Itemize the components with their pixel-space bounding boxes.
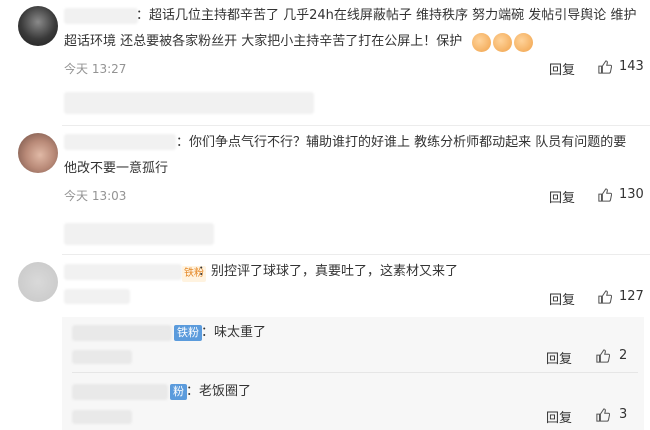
reply-text: ：老饭圈了 xyxy=(186,384,252,399)
like-count: 130 xyxy=(619,187,644,202)
like-count: 127 xyxy=(619,289,644,304)
like-count: 2 xyxy=(619,348,628,363)
reply-button[interactable]: 回复 xyxy=(546,348,572,367)
reply-button[interactable]: 回复 xyxy=(549,187,575,206)
thumbs-up-icon[interactable] xyxy=(598,188,612,202)
comment-text: ：你们争点气行不行？辅助谁打的好谁上 教练分析师都动起来 队员有问题的要 xyxy=(176,135,627,150)
divider xyxy=(62,254,650,255)
fan-badge: 铁粉 xyxy=(174,325,202,341)
blurred-username xyxy=(72,384,168,400)
reply-button[interactable]: 回复 xyxy=(549,59,575,78)
blurred-reply-preview xyxy=(64,223,214,245)
divider xyxy=(72,372,638,373)
fist-emoji-icon xyxy=(514,33,533,52)
blurred-username xyxy=(64,8,138,24)
avatar[interactable] xyxy=(18,6,58,46)
like-count: 3 xyxy=(619,407,628,422)
comment-text: 他改不要一意孤行 xyxy=(64,161,169,176)
thumbs-up-icon[interactable] xyxy=(598,60,612,74)
like-count: 143 xyxy=(619,59,644,74)
divider xyxy=(62,125,650,126)
blurred-timestamp xyxy=(72,350,132,364)
reply-button[interactable]: 回复 xyxy=(549,289,575,308)
blurred-username xyxy=(64,134,176,150)
thumbs-up-icon[interactable] xyxy=(596,408,610,422)
reply-button[interactable]: 回复 xyxy=(546,407,572,426)
thumbs-up-icon[interactable] xyxy=(598,290,612,304)
comment-text: 超话环境 还总要被各家粉丝开 大家把小主持辛苦了打在公屏上！保护 xyxy=(64,34,463,49)
avatar[interactable] xyxy=(18,133,58,173)
blurred-reply-preview xyxy=(64,92,314,114)
thumbs-up-icon[interactable] xyxy=(596,349,610,363)
reply-text: ：味太重了 xyxy=(201,325,267,340)
blurred-username xyxy=(64,264,182,280)
blurred-timestamp xyxy=(72,410,132,424)
fist-emoji-icon xyxy=(493,33,512,52)
fan-badge: 粉 xyxy=(170,384,187,400)
comment-text: ：别控评了球球了，真要吐了，这素材又来了 xyxy=(198,264,459,279)
fist-emoji-icon xyxy=(472,33,491,52)
comment-text: ：超话几位主持都辛苦了 几乎24h在线屏蔽帖子 维持秩序 努力端碗 发帖引导舆论… xyxy=(136,8,637,23)
blurred-username xyxy=(72,325,172,341)
blurred-timestamp xyxy=(64,289,130,304)
avatar[interactable] xyxy=(18,262,58,302)
timestamp: 今天 13:03 xyxy=(64,189,127,203)
timestamp: 今天 13:27 xyxy=(64,62,127,76)
